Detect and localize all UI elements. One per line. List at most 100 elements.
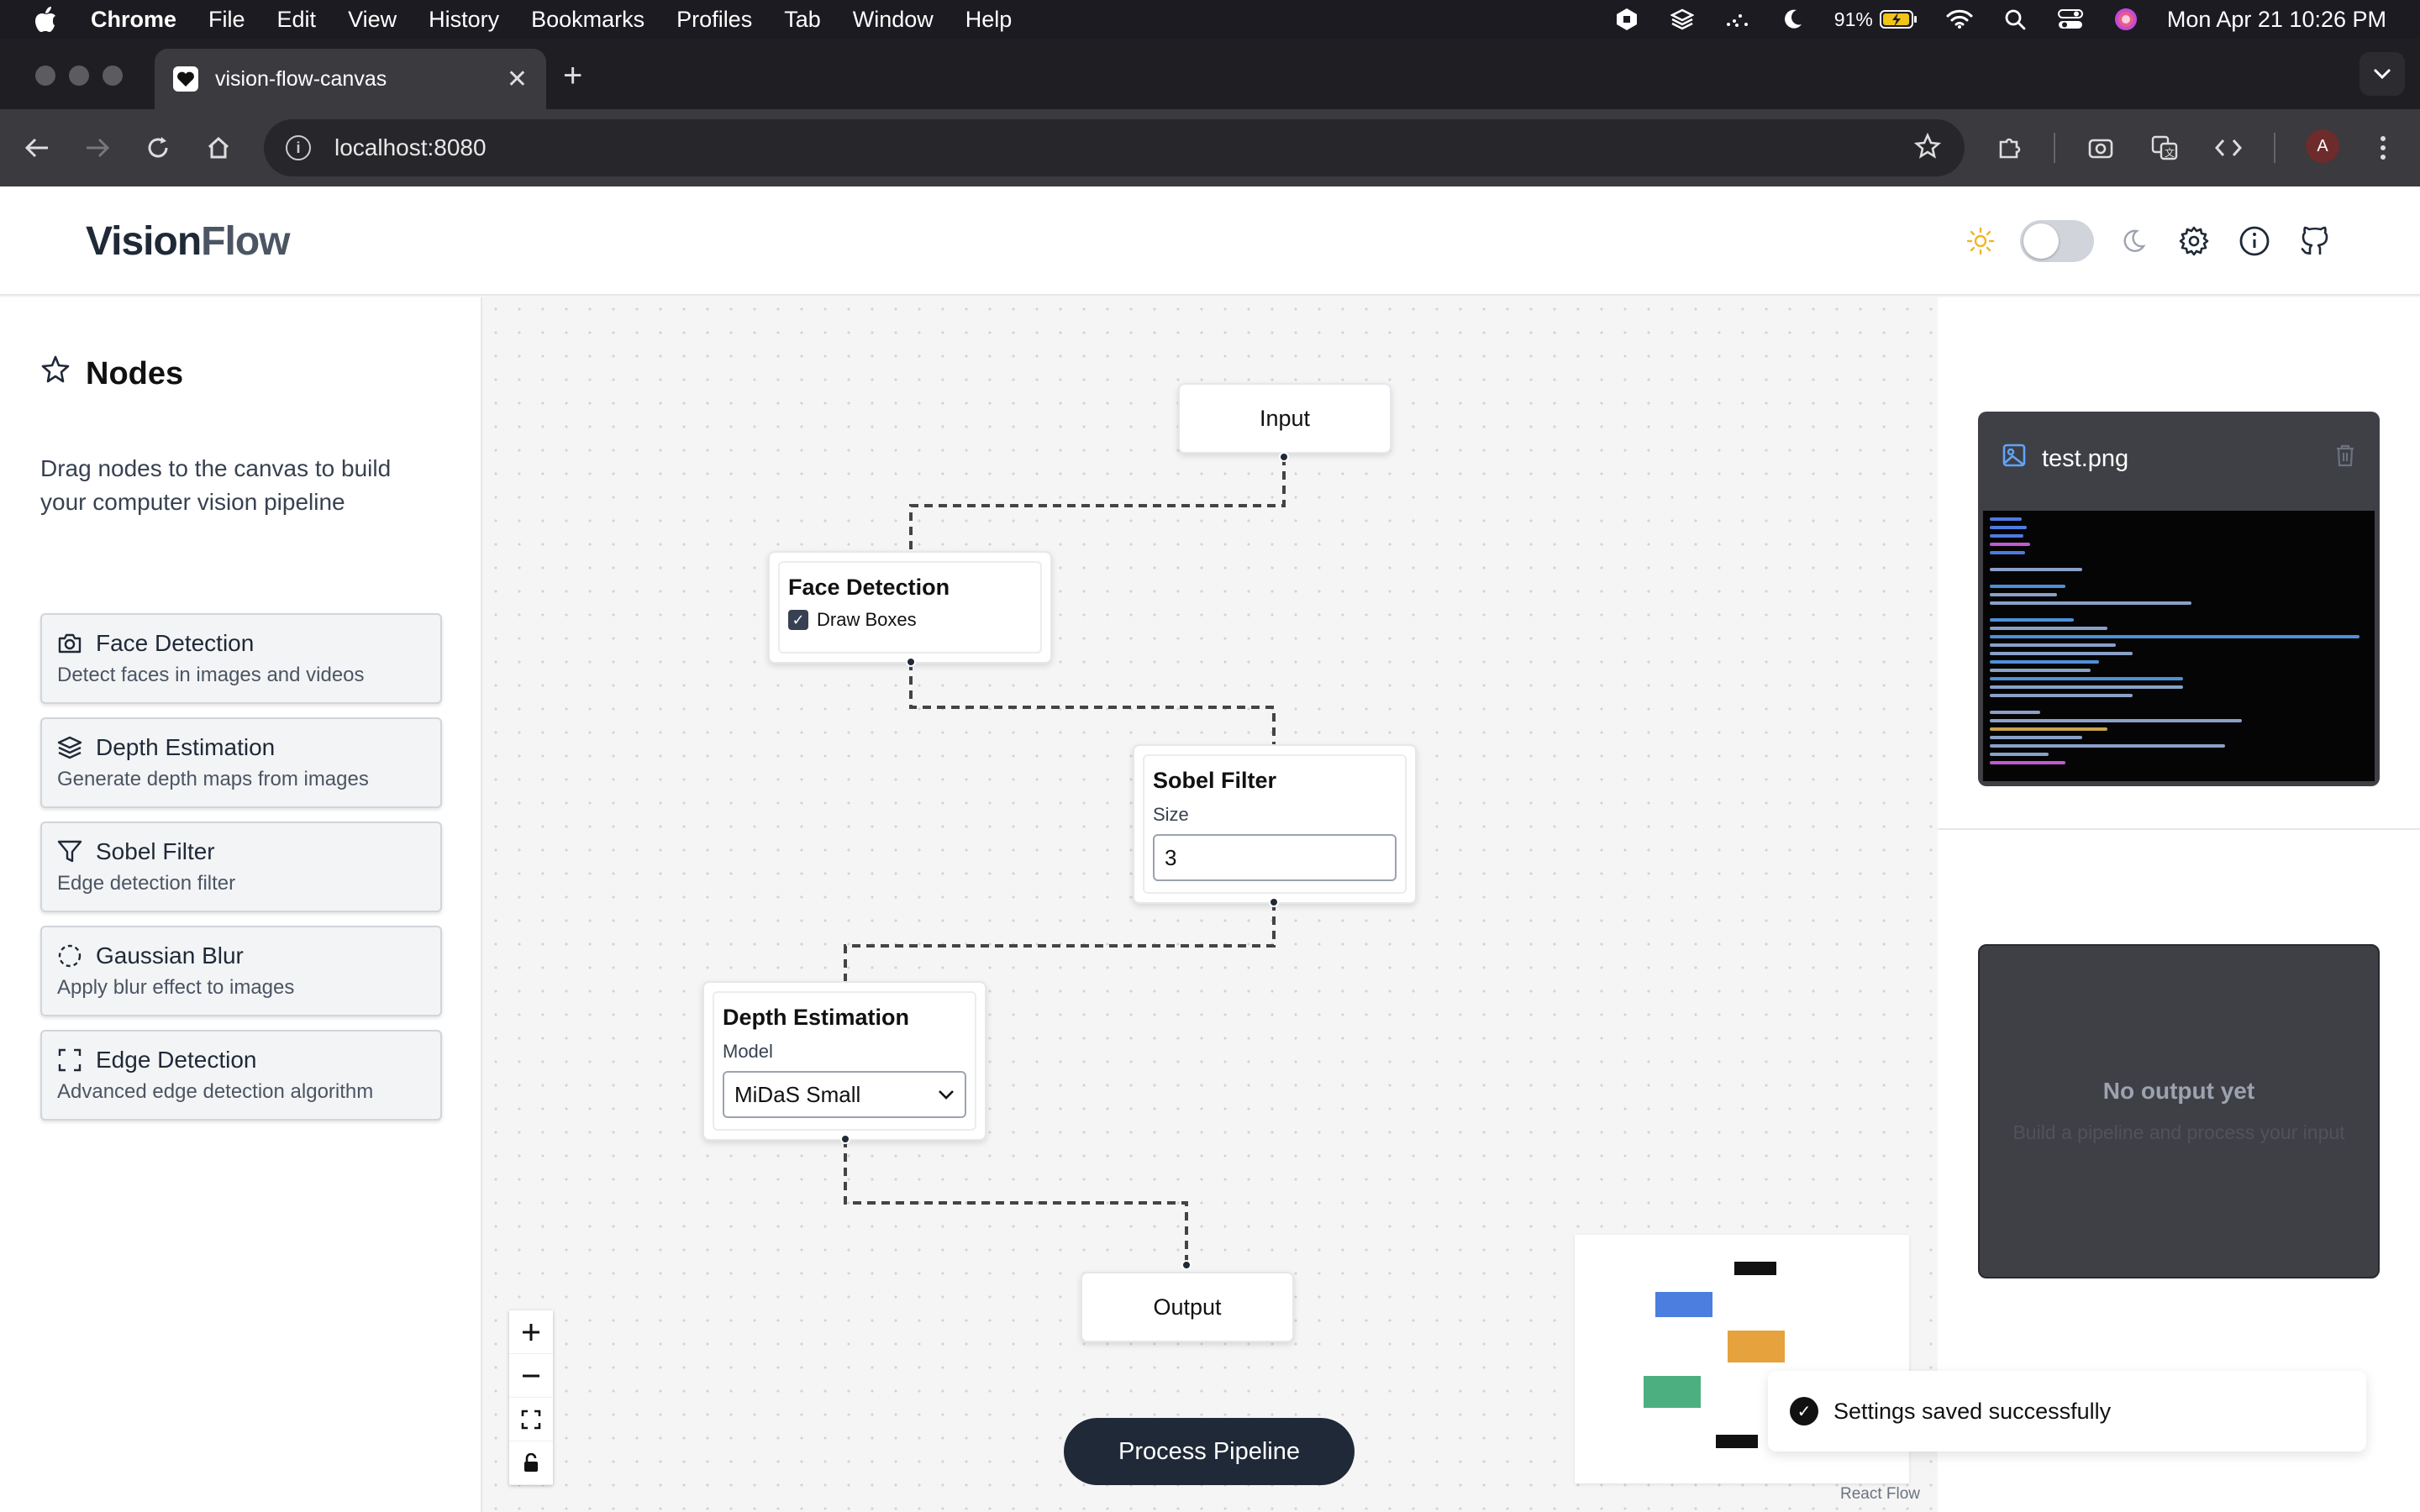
close-tab-icon[interactable]: ✕ xyxy=(507,65,528,94)
back-arrow-icon[interactable] xyxy=(15,126,59,170)
extension-status-icon[interactable] xyxy=(1612,7,1641,32)
profile-avatar[interactable]: A xyxy=(2306,129,2339,163)
translate-icon[interactable]: 文 xyxy=(2143,126,2186,170)
handle-depth-source[interactable] xyxy=(840,1134,850,1144)
node-card-gaussian-blur[interactable]: Gaussian Blur Apply blur effect to image… xyxy=(40,926,442,1016)
model-select[interactable]: MiDaS Small xyxy=(723,1071,966,1118)
toast-message: Settings saved successfully xyxy=(1833,1398,2112,1424)
menu-window[interactable]: Window xyxy=(853,7,934,33)
zoom-window-button[interactable] xyxy=(103,66,123,86)
siri-icon[interactable] xyxy=(2112,7,2140,32)
tab-search-chevron-icon[interactable] xyxy=(2360,52,2405,96)
stack-status-icon[interactable] xyxy=(1668,7,1697,32)
lock-icon[interactable] xyxy=(509,1441,553,1485)
input-image-card: test.png xyxy=(1978,412,2380,786)
edge-sobel-depth[interactable] xyxy=(844,902,1276,988)
app-logo[interactable]: VisionFlow xyxy=(86,218,290,265)
flow-node-title: Face Detection xyxy=(788,575,950,600)
size-input[interactable]: 3 xyxy=(1153,834,1397,881)
battery-status[interactable]: 91% xyxy=(1834,8,1918,31)
flow-canvas[interactable]: Input Face Detection ✓ Draw Boxes Sobel … xyxy=(484,297,1936,1512)
handle-face-source[interactable] xyxy=(906,657,916,667)
node-card-face-detection[interactable]: Face Detection Detect faces in images an… xyxy=(40,613,442,704)
panel-divider xyxy=(1938,828,2420,830)
size-label: Size xyxy=(1153,804,1189,825)
toggle-knob xyxy=(2023,223,2059,259)
code-view-icon[interactable] xyxy=(2207,126,2250,170)
moon-icon xyxy=(2112,220,2154,262)
menu-edit[interactable]: Edit xyxy=(277,7,317,33)
layers-icon xyxy=(57,735,82,760)
handle-input-source[interactable] xyxy=(1279,452,1289,462)
gear-icon[interactable] xyxy=(2173,220,2215,262)
wifi-icon[interactable] xyxy=(1945,7,1974,32)
zoom-out-icon[interactable] xyxy=(509,1354,553,1398)
sidebar-description: Drag nodes to the canvas to build your c… xyxy=(40,455,392,515)
flow-node-face-detection[interactable]: Face Detection ✓ Draw Boxes xyxy=(768,551,1052,664)
input-image-preview xyxy=(1983,511,2375,781)
node-card-desc: Apply blur effect to images xyxy=(57,976,295,999)
fit-view-icon[interactable] xyxy=(509,1398,553,1441)
apple-icon[interactable] xyxy=(34,6,60,33)
github-icon[interactable] xyxy=(2294,220,2336,262)
edge-face-sobel[interactable] xyxy=(909,662,1276,751)
heart-favicon-icon xyxy=(173,66,198,92)
browser-tab[interactable]: vision-flow-canvas ✕ xyxy=(155,49,546,109)
edge-input-face[interactable] xyxy=(909,457,1286,558)
minimap-node xyxy=(1734,1262,1776,1275)
home-icon[interactable] xyxy=(197,126,240,170)
node-card-name: Sobel Filter xyxy=(96,838,215,864)
menubar-datetime[interactable]: Mon Apr 21 10:26 PM xyxy=(2167,7,2386,33)
node-card-edge-detection[interactable]: Edge Detection Advanced edge detection a… xyxy=(40,1030,442,1121)
flow-node-output[interactable]: Output xyxy=(1081,1272,1294,1342)
menu-profiles[interactable]: Profiles xyxy=(676,7,752,33)
search-icon[interactable] xyxy=(2001,7,2029,32)
checkmark-icon[interactable]: ✓ xyxy=(788,610,808,630)
extensions-puzzle-icon[interactable] xyxy=(1988,126,2032,170)
menu-app-name[interactable]: Chrome xyxy=(91,7,176,33)
theme-toggle[interactable] xyxy=(2020,220,2094,262)
success-toast[interactable]: ✓ Settings saved successfully xyxy=(1768,1371,2366,1452)
moon-status-icon[interactable] xyxy=(1779,7,1807,32)
svg-text:文: 文 xyxy=(2165,146,2175,159)
size-value: 3 xyxy=(1165,844,1177,870)
flow-node-label: Output xyxy=(1153,1294,1222,1320)
dashed-circle-icon xyxy=(57,943,82,969)
screenshot-icon[interactable] xyxy=(2079,126,2123,170)
close-window-button[interactable] xyxy=(35,66,55,86)
flow-node-label: Input xyxy=(1259,405,1311,431)
zoom-in-icon[interactable] xyxy=(509,1310,553,1354)
minimize-window-button[interactable] xyxy=(69,66,89,86)
new-tab-icon[interactable]: + xyxy=(563,57,582,94)
menu-bookmarks[interactable]: Bookmarks xyxy=(531,7,644,33)
flow-node-input[interactable]: Input xyxy=(1178,383,1392,454)
forward-arrow-icon[interactable] xyxy=(76,126,119,170)
menu-tab[interactable]: Tab xyxy=(784,7,821,33)
handle-sobel-source[interactable] xyxy=(1269,897,1279,907)
site-info-icon[interactable]: i xyxy=(286,135,311,160)
flow-node-sobel-filter[interactable]: Sobel Filter Size 3 xyxy=(1133,744,1417,904)
bookmark-star-icon[interactable] xyxy=(1913,132,1942,165)
address-bar[interactable]: i localhost:8080 xyxy=(264,119,1965,176)
dots-status-icon[interactable] xyxy=(1723,7,1752,32)
menu-file[interactable]: File xyxy=(208,7,245,33)
chrome-menu-kebab-icon[interactable] xyxy=(2361,126,2405,170)
node-card-sobel-filter[interactable]: Sobel Filter Edge detection filter xyxy=(40,822,442,912)
process-pipeline-button[interactable]: Process Pipeline xyxy=(1064,1418,1355,1485)
menu-help[interactable]: Help xyxy=(965,7,1013,33)
flow-node-depth-estimation[interactable]: Depth Estimation Model MiDaS Small xyxy=(702,981,986,1141)
menu-view[interactable]: View xyxy=(348,7,397,33)
reload-icon[interactable] xyxy=(136,126,180,170)
trash-icon[interactable] xyxy=(2334,444,2356,474)
menu-history[interactable]: History xyxy=(429,7,499,33)
node-card-depth-estimation[interactable]: Depth Estimation Generate depth maps fro… xyxy=(40,717,442,808)
handle-output-target[interactable] xyxy=(1181,1260,1192,1270)
minimap-node xyxy=(1716,1435,1758,1448)
draw-boxes-checkbox[interactable]: ✓ Draw Boxes xyxy=(788,609,1032,631)
control-center-icon[interactable] xyxy=(2056,7,2085,32)
star-icon xyxy=(40,354,71,393)
react-flow-attribution[interactable]: React Flow xyxy=(1840,1485,1920,1504)
edge-depth-output[interactable] xyxy=(844,1139,1188,1265)
app-header: VisionFlow xyxy=(0,186,2420,296)
info-icon[interactable] xyxy=(2233,220,2275,262)
